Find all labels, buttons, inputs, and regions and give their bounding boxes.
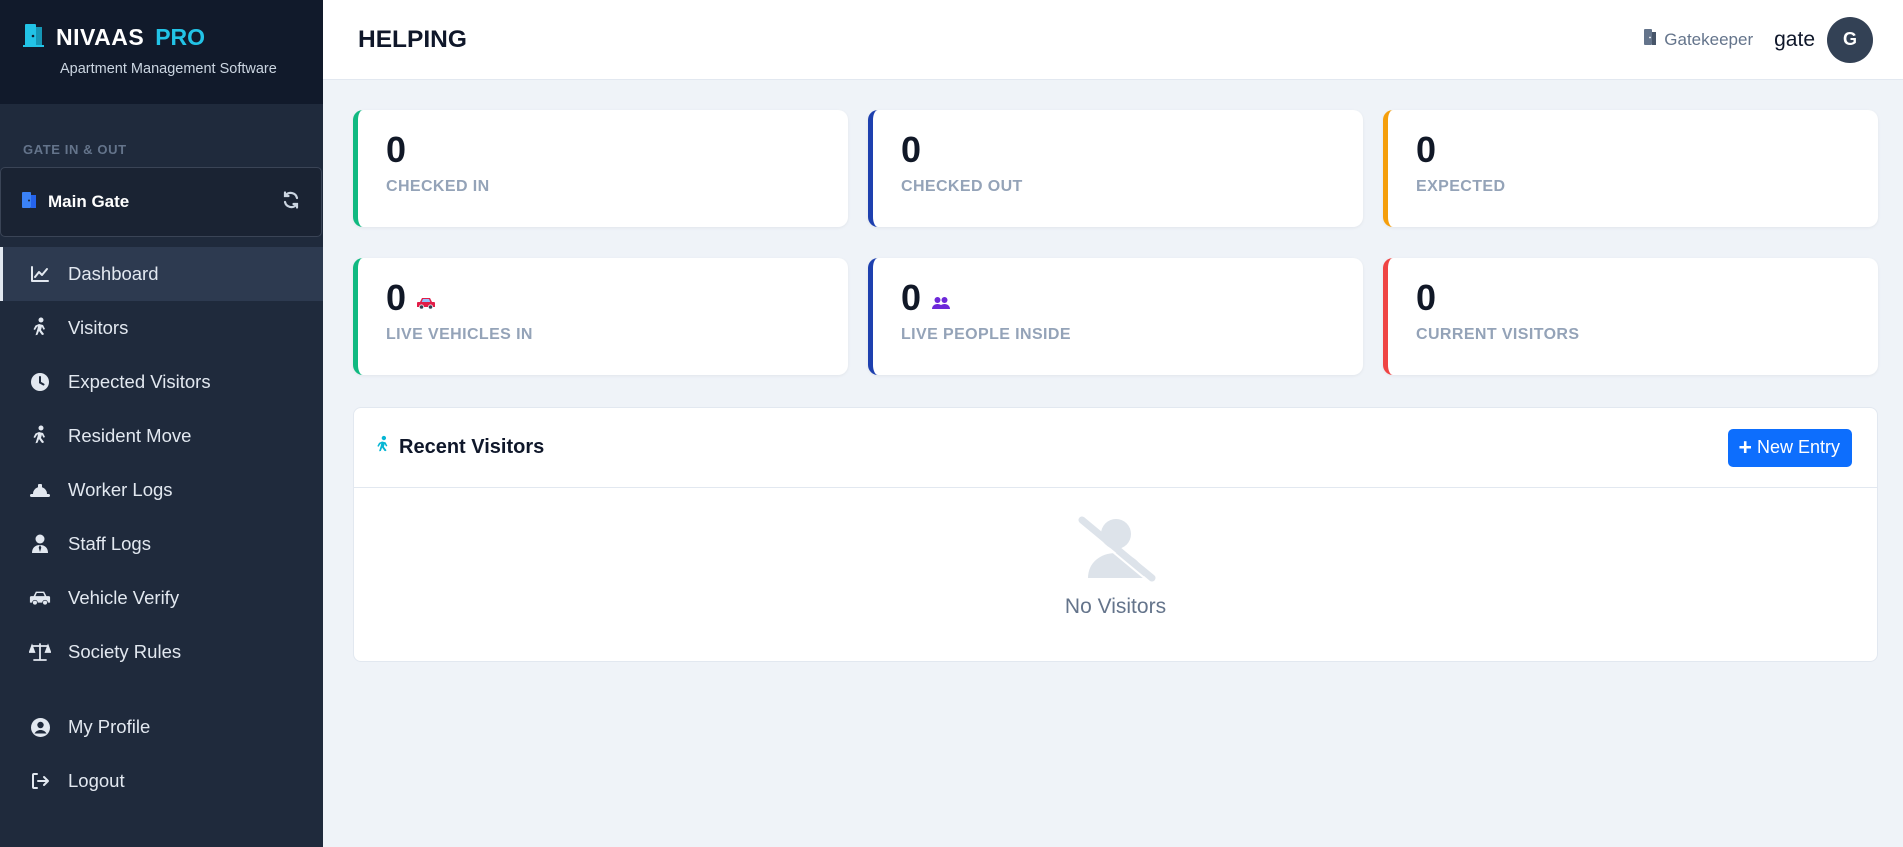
stat-label: LIVE PEOPLE INSIDE: [901, 326, 1071, 343]
sidebar-item-worker-logs[interactable]: Worker Logs: [0, 463, 323, 517]
door-icon: [1642, 28, 1664, 51]
stat-value: 0: [901, 129, 922, 170]
clock-icon: [29, 371, 51, 393]
sidebar-item-label: Vehicle Verify: [68, 587, 180, 608]
username: gate: [1774, 27, 1815, 51]
door-logo-icon: [22, 22, 46, 53]
stat-card-checked-in: 0 CHECKED IN: [353, 110, 848, 227]
door-icon: [19, 190, 39, 215]
user-circle-icon: [29, 716, 51, 738]
empty-state: No Visitors: [354, 488, 1877, 619]
sidebar-item-label: Staff Logs: [68, 533, 151, 554]
stat-label: LIVE VEHICLES IN: [386, 326, 533, 343]
walking-icon: [29, 425, 51, 447]
sidebar-nav: Dashboard Visitors Expected Visitors Res…: [0, 247, 323, 679]
sidebar-item-society-rules[interactable]: Society Rules: [0, 625, 323, 679]
sidebar-item-resident-move[interactable]: Resident Move: [0, 409, 323, 463]
sidebar-item-expected-visitors[interactable]: Expected Visitors: [0, 355, 323, 409]
user-tie-icon: [29, 533, 51, 555]
page-title: HELPING: [358, 25, 467, 53]
stat-card-current-visitors: 0 CURRENT VISITORS: [1383, 258, 1878, 375]
sidebar-item-label: Expected Visitors: [68, 371, 211, 392]
new-entry-label: New Entry: [1756, 437, 1840, 457]
balance-scale-icon: [29, 641, 51, 663]
stat-value: 0: [901, 277, 922, 318]
stat-label: CHECKED IN: [386, 178, 490, 195]
new-entry-button[interactable]: + New Entry: [1727, 428, 1852, 467]
empty-text: No Visitors: [1064, 595, 1167, 618]
top-header: HELPING Gatekeeper gate G: [323, 0, 1903, 80]
sidebar-item-dashboard[interactable]: Dashboard: [0, 247, 323, 301]
brand-pro: PRO: [155, 24, 206, 50]
stat-value: 0: [1416, 129, 1437, 170]
stat-label: CURRENT VISITORS: [1416, 326, 1580, 343]
sidebar-bottom-nav: My Profile Logout: [0, 700, 323, 808]
hard-hat-icon: [29, 479, 51, 501]
sidebar-item-vehicle-verify[interactable]: Vehicle Verify: [0, 571, 323, 625]
sidebar-item-my-profile[interactable]: My Profile: [0, 700, 323, 754]
refresh-icon[interactable]: [281, 190, 301, 215]
users-icon: [921, 280, 951, 316]
stat-label: EXPECTED: [1416, 178, 1506, 195]
sidebar-item-label: Society Rules: [68, 641, 182, 662]
stat-card-live-people: 0 LIVE PEOPLE INSIDE: [868, 258, 1363, 375]
panel-title: Recent Visitors: [399, 436, 545, 458]
stat-value: 0: [386, 129, 407, 170]
walking-icon: [376, 435, 390, 460]
chart-line-icon: [29, 263, 51, 285]
sidebar-item-label: My Profile: [68, 716, 151, 737]
sidebar-item-label: Resident Move: [68, 425, 192, 446]
user-slash-icon: [1076, 516, 1156, 586]
stat-card-expected: 0 EXPECTED: [1383, 110, 1878, 227]
brand-name: NIVAAS: [56, 24, 145, 50]
role-label: Gatekeeper: [1664, 29, 1754, 49]
plus-icon: +: [1738, 434, 1752, 460]
brand: NIVAAS PRO Apartment Management Software: [0, 0, 323, 104]
stat-value: 0: [1416, 277, 1437, 318]
sidebar-item-logout[interactable]: Logout: [0, 754, 323, 808]
sidebar-item-visitors[interactable]: Visitors: [0, 301, 323, 355]
role-badge: Gatekeeper: [1642, 28, 1753, 51]
stat-value: 0: [386, 277, 407, 318]
avatar[interactable]: G: [1827, 16, 1873, 63]
sidebar-item-label: Visitors: [68, 317, 129, 338]
sidebar: NIVAAS PRO Apartment Management Software…: [0, 0, 323, 847]
panel-header: Recent Visitors + New Entry: [354, 408, 1877, 488]
stat-label: CHECKED OUT: [901, 178, 1023, 195]
stat-card-checked-out: 0 CHECKED OUT: [868, 110, 1363, 227]
sidebar-item-label: Logout: [68, 770, 125, 791]
stat-card-live-vehicles: 0 LIVE VEHICLES IN: [353, 258, 848, 375]
sidebar-item-label: Worker Logs: [68, 479, 173, 500]
car-icon: [406, 280, 436, 316]
sidebar-item-staff-logs[interactable]: Staff Logs: [0, 517, 323, 571]
car-icon: [29, 587, 51, 609]
brand-tagline: Apartment Management Software: [60, 61, 277, 77]
gate-selector[interactable]: Main Gate: [0, 167, 322, 237]
walking-icon: [29, 317, 51, 339]
gate-name: Main Gate: [48, 192, 130, 211]
recent-visitors-panel: Recent Visitors + New Entry No Visitors: [353, 407, 1878, 662]
sign-out-icon: [29, 770, 51, 792]
sidebar-item-label: Dashboard: [68, 263, 159, 284]
